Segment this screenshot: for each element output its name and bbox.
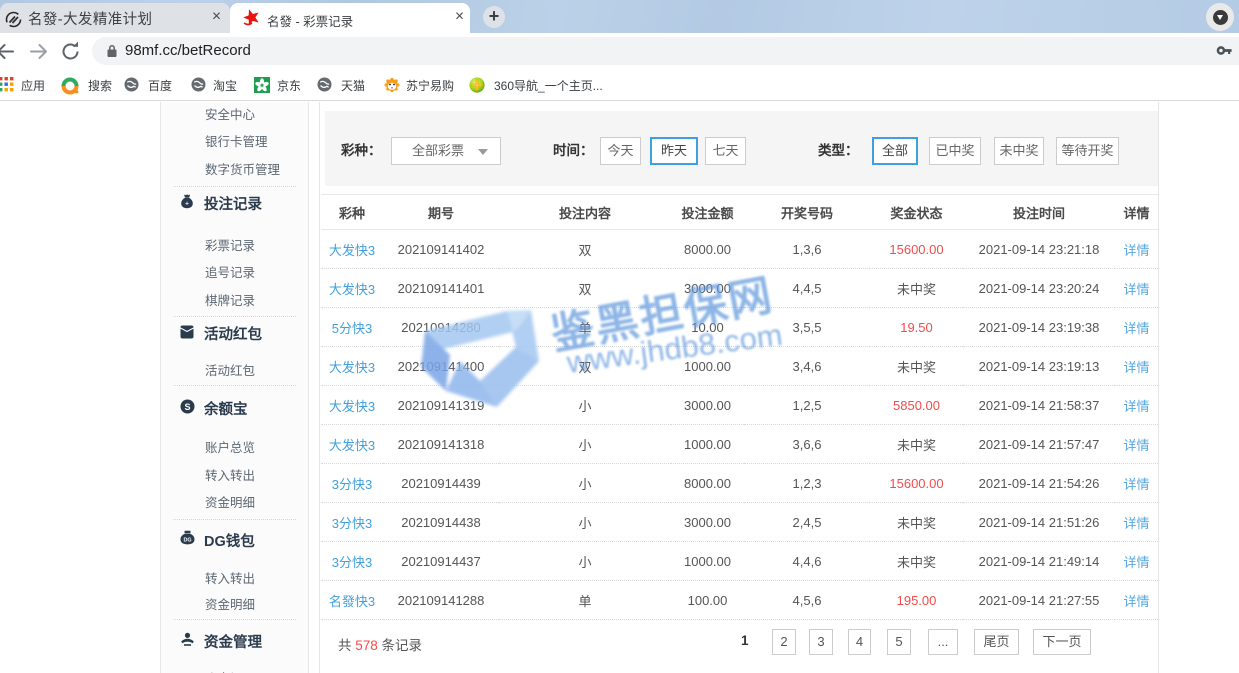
svg-text:+: + — [185, 201, 189, 208]
svg-text:S: S — [184, 402, 190, 412]
svg-text:DG: DG — [183, 538, 191, 544]
